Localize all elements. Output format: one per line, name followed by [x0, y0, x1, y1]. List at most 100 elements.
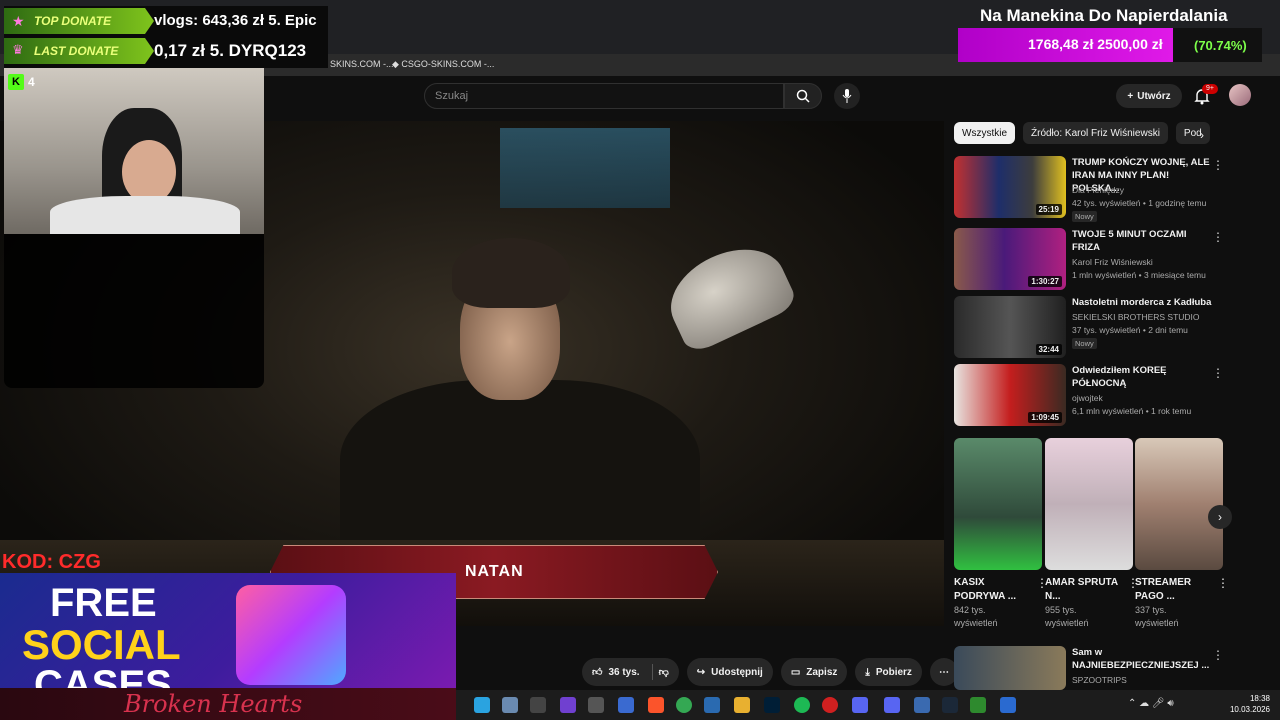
channel-name[interactable]: Karol Friz Wiśniewski	[1072, 257, 1153, 267]
folder-icon[interactable]	[734, 697, 750, 713]
app-icon[interactable]	[914, 697, 930, 713]
channel-name[interactable]: SPZOOTRIPS	[1072, 675, 1127, 685]
voice-search-button[interactable]	[834, 83, 860, 109]
cube-icon[interactable]	[588, 697, 604, 713]
chrome-icon[interactable]	[676, 697, 692, 713]
kebab-icon[interactable]: ⋮	[1212, 648, 1224, 662]
duration-badge: 1:30:27	[1028, 276, 1062, 287]
video-person-hair	[452, 238, 570, 308]
brave-icon[interactable]	[648, 697, 664, 713]
short-title[interactable]: AMAR SPRUTA N...	[1045, 576, 1119, 604]
bookmark-csgo-skins[interactable]: ◆ CSGO-SKINS.COM -...	[392, 59, 494, 70]
last-donate-value: 0,17 zł 5. DYRQ123	[154, 41, 307, 60]
duration-badge: 1:09:45	[1028, 412, 1062, 423]
share-icon: ↪	[696, 666, 706, 678]
short-item[interactable]: STREAMER PAGO ... 337 tys. wyświetleń ⋮	[1135, 438, 1229, 630]
donate-widget: TOP DONATE vlogs: 643,36 zł 5. Epic LAST…	[4, 6, 328, 68]
short-thumbnail[interactable]	[1135, 438, 1223, 570]
share-button[interactable]: ↪ Udostępnij	[686, 658, 773, 686]
minecraft-icon[interactable]	[970, 697, 986, 713]
clock[interactable]: 18:38 10.03.2026	[1230, 693, 1270, 715]
promo-line-1: FREE	[50, 581, 157, 625]
video-title[interactable]: TWOJE 5 MINUT OCZAMI FRIZA	[1072, 228, 1212, 254]
photoshop-icon[interactable]	[764, 697, 780, 713]
nameplate-text: NATAN	[465, 563, 524, 580]
discord-icon[interactable]	[852, 697, 868, 713]
promo-code: KOD: CZG	[2, 551, 101, 573]
save-button[interactable]: ▭ Zapisz	[780, 658, 848, 686]
video-thumbnail[interactable]: 25:19	[954, 156, 1066, 218]
notification-badge: 9+	[1202, 84, 1218, 94]
bookmark-skins[interactable]: SKINS.COM -...	[330, 59, 394, 69]
video-thumbnail[interactable]: 32:44	[954, 296, 1066, 358]
short-views: 337 tys. wyświetleń	[1135, 605, 1179, 628]
list-item[interactable]: 1:30:27 TWOJE 5 MINUT OCZAMI FRIZA Karol…	[954, 228, 1274, 290]
video-meta: 1 mln wyświetleń • 3 miesiące temu	[1072, 270, 1206, 280]
app-icon[interactable]	[822, 697, 838, 713]
video-title[interactable]: Nastoletni morderca z Kadłuba	[1072, 296, 1212, 309]
channel-name[interactable]: Dla Pieniędzy	[1072, 185, 1124, 195]
create-button[interactable]: + Utwórz	[1116, 84, 1182, 108]
short-item[interactable]: KASIX PODRYWA ... 842 tys. wyświetleń ⋮	[954, 438, 1048, 630]
search-button[interactable]	[784, 83, 822, 109]
short-thumbnail[interactable]	[1045, 438, 1133, 570]
kick-icon: K	[8, 74, 24, 90]
list-item[interactable]: 1:09:45 Odwiedziłem KOREĘ PÓŁNOCNĄ ojwoj…	[954, 364, 1274, 426]
webcam-overlay	[4, 68, 264, 234]
list-item[interactable]: 25:19 TRUMP KOŃCZY WOJNĘ, ALE IRAN MA IN…	[954, 156, 1274, 222]
app-icon[interactable]	[1000, 697, 1016, 713]
app-x-icon[interactable]	[618, 697, 634, 713]
kebab-icon[interactable]: ⋮	[1212, 158, 1224, 172]
short-thumbnail[interactable]	[954, 438, 1042, 570]
top-donate-label: TOP DONATE	[4, 8, 154, 34]
obs-icon[interactable]	[560, 697, 576, 713]
kebab-icon[interactable]: ⋮	[1212, 366, 1224, 380]
camera-icon[interactable]	[502, 697, 518, 713]
video-thumbnail[interactable]: 1:30:27	[954, 228, 1066, 290]
telegram-icon[interactable]	[474, 697, 490, 713]
channel-name[interactable]: SEKIELSKI BROTHERS STUDIO	[1072, 312, 1200, 322]
app-icon[interactable]	[704, 697, 720, 713]
microphone-icon	[842, 89, 852, 103]
chip-related[interactable]: Pod	[1175, 122, 1210, 144]
list-item[interactable]: 32:44 Nastoletni morderca z Kadłuba SEKI…	[954, 296, 1274, 358]
kebab-icon[interactable]: ⋮	[1212, 230, 1224, 244]
steam-icon[interactable]	[942, 697, 958, 713]
app-icon[interactable]	[530, 697, 546, 713]
viewer-count: 4	[28, 75, 35, 89]
clock-date: 10.03.2026	[1229, 705, 1270, 714]
share-label: Udostępnij	[711, 666, 763, 678]
short-item[interactable]: AMAR SPRUTA N... 955 tys. wyświetleń ⋮	[1045, 438, 1139, 630]
more-icon: ⋯	[938, 666, 949, 678]
streamer-shirt	[50, 196, 240, 234]
short-title[interactable]: KASIX PODRYWA ...	[954, 576, 1028, 604]
search-input[interactable]: Szukaj	[424, 83, 784, 109]
avatar[interactable]	[1229, 84, 1251, 106]
short-title[interactable]: STREAMER PAGO ...	[1135, 576, 1209, 604]
short-views: 955 tys. wyświetleń	[1045, 605, 1089, 628]
video-title[interactable]: Sam w NAJNIEBEZPIECZNIEJSZEJ ...	[1072, 646, 1212, 672]
thumbs-down-icon[interactable]: 👎︎	[659, 666, 669, 678]
video-thumbnail[interactable]: 1:09:45	[954, 364, 1066, 426]
channel-name[interactable]: ojwojtek	[1072, 393, 1103, 403]
chip-all[interactable]: Wszystkie	[954, 122, 1015, 144]
promo-line-2: SOCIAL	[22, 621, 181, 668]
kebab-icon[interactable]: ⋮	[1217, 576, 1229, 590]
video-title[interactable]: Odwiedziłem KOREĘ PÓŁNOCNĄ	[1072, 364, 1212, 390]
download-icon: ⤓	[865, 666, 870, 678]
chip-source[interactable]: Źródło: Karol Friz Wiśniewski	[1023, 122, 1168, 144]
download-button[interactable]: ⤓ Pobierz	[855, 658, 922, 686]
chevron-right-icon[interactable]: ›	[1200, 128, 1204, 142]
webcam-shadow	[4, 234, 264, 388]
create-label: Utwórz	[1137, 90, 1171, 102]
video-window-light	[500, 128, 670, 208]
like-count: 36 tys.	[608, 666, 640, 678]
system-tray-icons[interactable]: ⌃ ☁ 🎤︎ 🔊︎	[1128, 698, 1174, 709]
video-meta: 42 tys. wyświetleń • 1 godzinę temu	[1072, 198, 1207, 208]
taskbar: ⌃ ☁ 🎤︎ 🔊︎ 18:38 10.03.2026	[456, 690, 1280, 720]
video-thumbnail[interactable]	[954, 646, 1066, 690]
discord-icon[interactable]	[884, 697, 900, 713]
shorts-next-button[interactable]: ›	[1208, 505, 1232, 529]
like-button[interactable]: 👍︎ 36 tys. 👎︎	[582, 658, 679, 686]
spotify-icon[interactable]	[794, 697, 810, 713]
